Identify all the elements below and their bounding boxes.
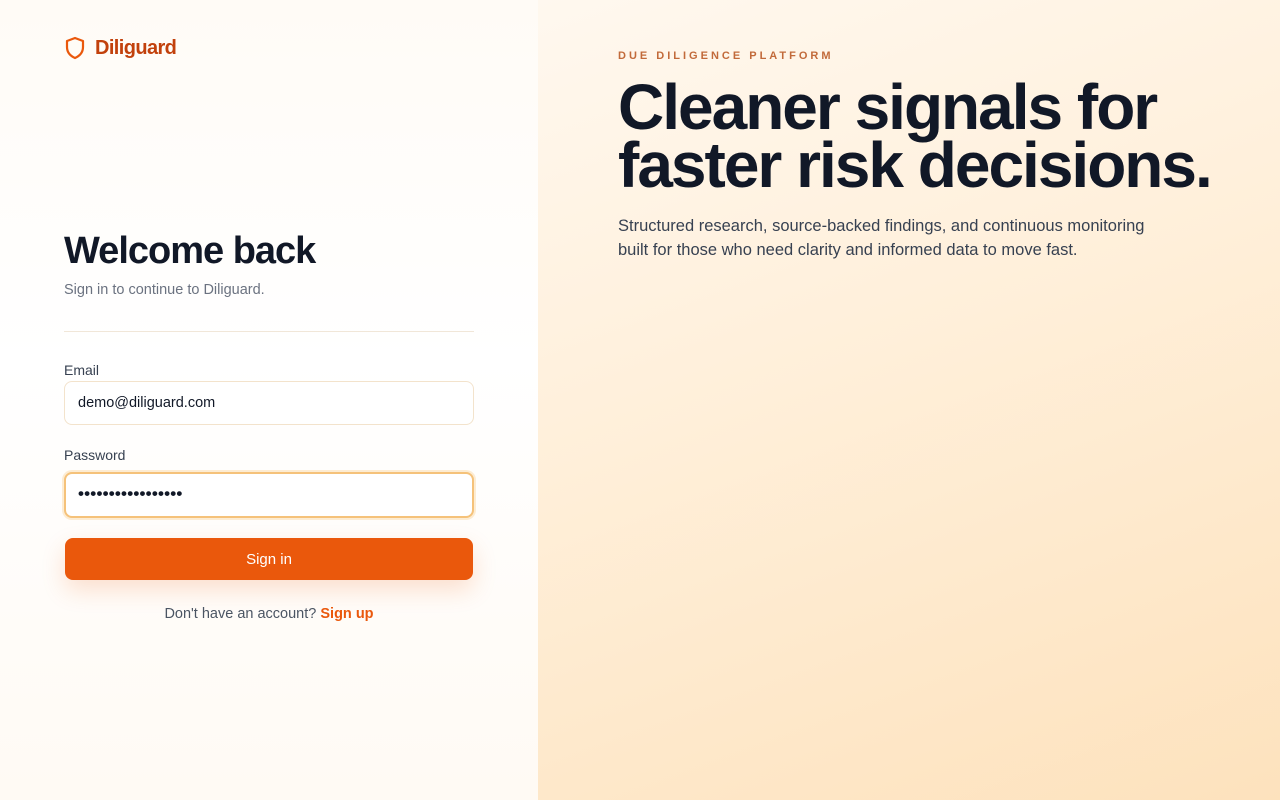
- brand-logo[interactable]: Diliguard: [64, 36, 177, 60]
- password-label: Password: [64, 447, 126, 463]
- hero-headline: Cleaner signals for faster risk decision…: [618, 71, 1258, 201]
- signup-prompt: Don't have an account?: [164, 606, 317, 622]
- sign-up-link[interactable]: Sign up: [320, 606, 373, 622]
- hero-description-line: built for those who need clarity and inf…: [618, 241, 1078, 259]
- hero-description: Structured research, source-backed findi…: [618, 214, 1198, 262]
- shield-icon: [64, 36, 86, 60]
- sign-in-label: Sign in: [246, 550, 292, 568]
- hero-headline-line: Cleaner signals for: [618, 71, 1158, 143]
- hero-eyebrow: DUE DILIGENCE PLATFORM: [618, 50, 834, 62]
- hero-headline-line: faster risk decisions.: [618, 129, 1213, 201]
- divider: [64, 331, 474, 332]
- page-subtitle: Sign in to continue to Diliguard.: [64, 282, 265, 298]
- page-title: Welcome back: [64, 230, 316, 272]
- email-label: Email: [64, 362, 100, 378]
- signup-row: Don't have an account? Sign up: [64, 606, 474, 622]
- sign-in-button[interactable]: Sign in: [65, 538, 473, 580]
- password-value: •••••••••••••••••: [78, 484, 183, 503]
- email-field[interactable]: [64, 381, 474, 425]
- hero-description-line: Structured research, source-backed findi…: [618, 217, 1145, 235]
- brand-name: Diliguard: [95, 36, 177, 59]
